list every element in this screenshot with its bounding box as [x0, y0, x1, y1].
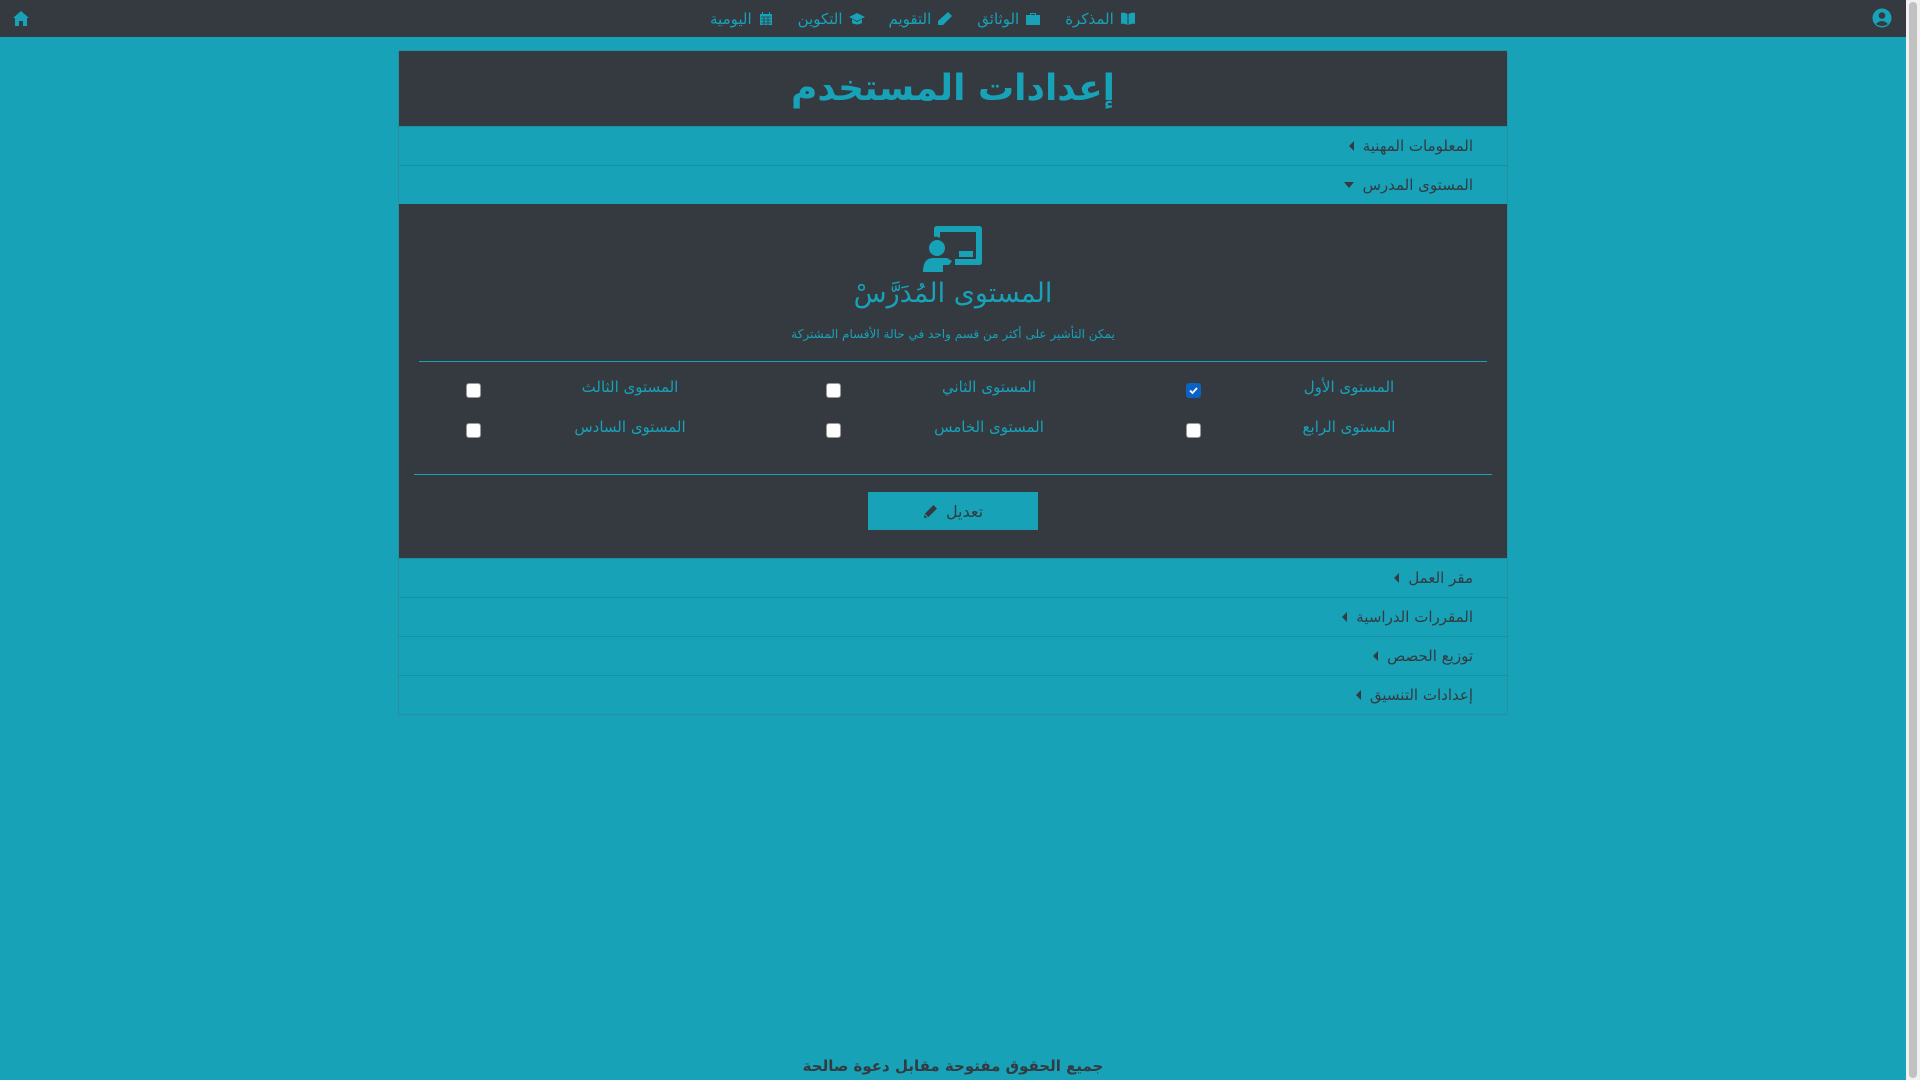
scrollbar-thumb[interactable] [1909, 2, 1917, 1078]
home-icon[interactable] [12, 10, 30, 27]
briefcase-icon [1025, 11, 1041, 26]
level-option-third: المستوى الثالث [399, 378, 1507, 402]
nav-item-evaluation[interactable]: التقويم [889, 10, 954, 28]
section-courses[interactable]: المقررات الدراسية [399, 597, 1507, 636]
caret-left-icon [1348, 141, 1354, 151]
section-professional-info[interactable]: المعلومات المهنية [399, 126, 1507, 165]
caret-left-icon [1342, 612, 1348, 622]
level-label: المستوى الثالث [581, 378, 679, 396]
nav-item-training[interactable]: التكوين [798, 10, 865, 28]
section-teacher-level[interactable]: المستوى المدرس [399, 165, 1507, 204]
level-checkbox[interactable] [466, 423, 481, 438]
caret-left-icon [1373, 651, 1379, 661]
divider [419, 361, 1487, 362]
nav-item-label: الوثائق [977, 9, 1020, 28]
vertical-scrollbar[interactable] [1906, 0, 1920, 1080]
level-label: المستوى السادس [574, 418, 686, 436]
section-label: المستوى المدرس [1362, 176, 1473, 194]
edit-button-label: تعديل [945, 501, 984, 521]
pencil-icon [923, 504, 938, 519]
footer-text: جميع الحقوق مفتوحة مقابل دعوة صالحة [802, 1057, 1104, 1075]
settings-card: إعدادات المستخدم المعلومات المهنية المست… [398, 50, 1508, 715]
caret-left-icon [1394, 573, 1400, 583]
nav-item-label: المذكرة [1065, 9, 1114, 28]
pen-icon [937, 11, 953, 26]
nav-item-label: اليومية [710, 9, 752, 28]
calendar-icon [758, 11, 774, 26]
teacher-level-panel: المستوى المُدَرَّسْ يمكن التأشير على أكث… [399, 204, 1507, 558]
level-panel-title: المستوى المُدَرَّسْ [853, 278, 1053, 309]
user-account-icon[interactable] [1872, 8, 1892, 28]
nav-item-documents[interactable]: الوثائق [977, 10, 1041, 28]
book-open-icon [1120, 11, 1136, 26]
nav-item-label: التكوين [797, 9, 843, 28]
main-menu: المذكرة الوثائق التقويم التكوين اليومية [710, 0, 1136, 37]
section-workplace[interactable]: مقر العمل [399, 558, 1507, 597]
nav-item-memo[interactable]: المذكرة [1065, 10, 1136, 28]
level-panel-hint: يمكن التأشير على أكثر من قسم واحد في حال… [791, 327, 1115, 341]
section-coordination[interactable]: إعدادات التنسيق [399, 675, 1507, 714]
page-title: إعدادات المستخدم [790, 68, 1116, 109]
graduation-cap-icon [848, 11, 865, 26]
section-label: إعدادات التنسيق [1369, 686, 1473, 704]
edit-button[interactable]: تعديل [868, 492, 1038, 530]
divider [414, 474, 1492, 475]
section-label: المقررات الدراسية [1356, 608, 1473, 626]
top-navbar: المذكرة الوثائق التقويم التكوين اليومية [0, 0, 1906, 37]
section-label: مقر العمل [1408, 569, 1473, 587]
chalkboard-teacher-icon [921, 224, 983, 274]
section-label: المعلومات المهنية [1362, 137, 1473, 155]
caret-left-icon [1355, 690, 1361, 700]
card-header: إعدادات المستخدم [399, 51, 1507, 126]
nav-item-label: التقويم [888, 9, 932, 28]
nav-item-daily[interactable]: اليومية [710, 10, 774, 28]
level-option-sixth: المستوى السادس [399, 418, 1507, 442]
caret-down-icon [1343, 182, 1354, 188]
section-schedule[interactable]: توزيع الحصص [399, 636, 1507, 675]
level-checkbox[interactable] [466, 383, 481, 398]
section-label: توزيع الحصص [1387, 647, 1473, 665]
